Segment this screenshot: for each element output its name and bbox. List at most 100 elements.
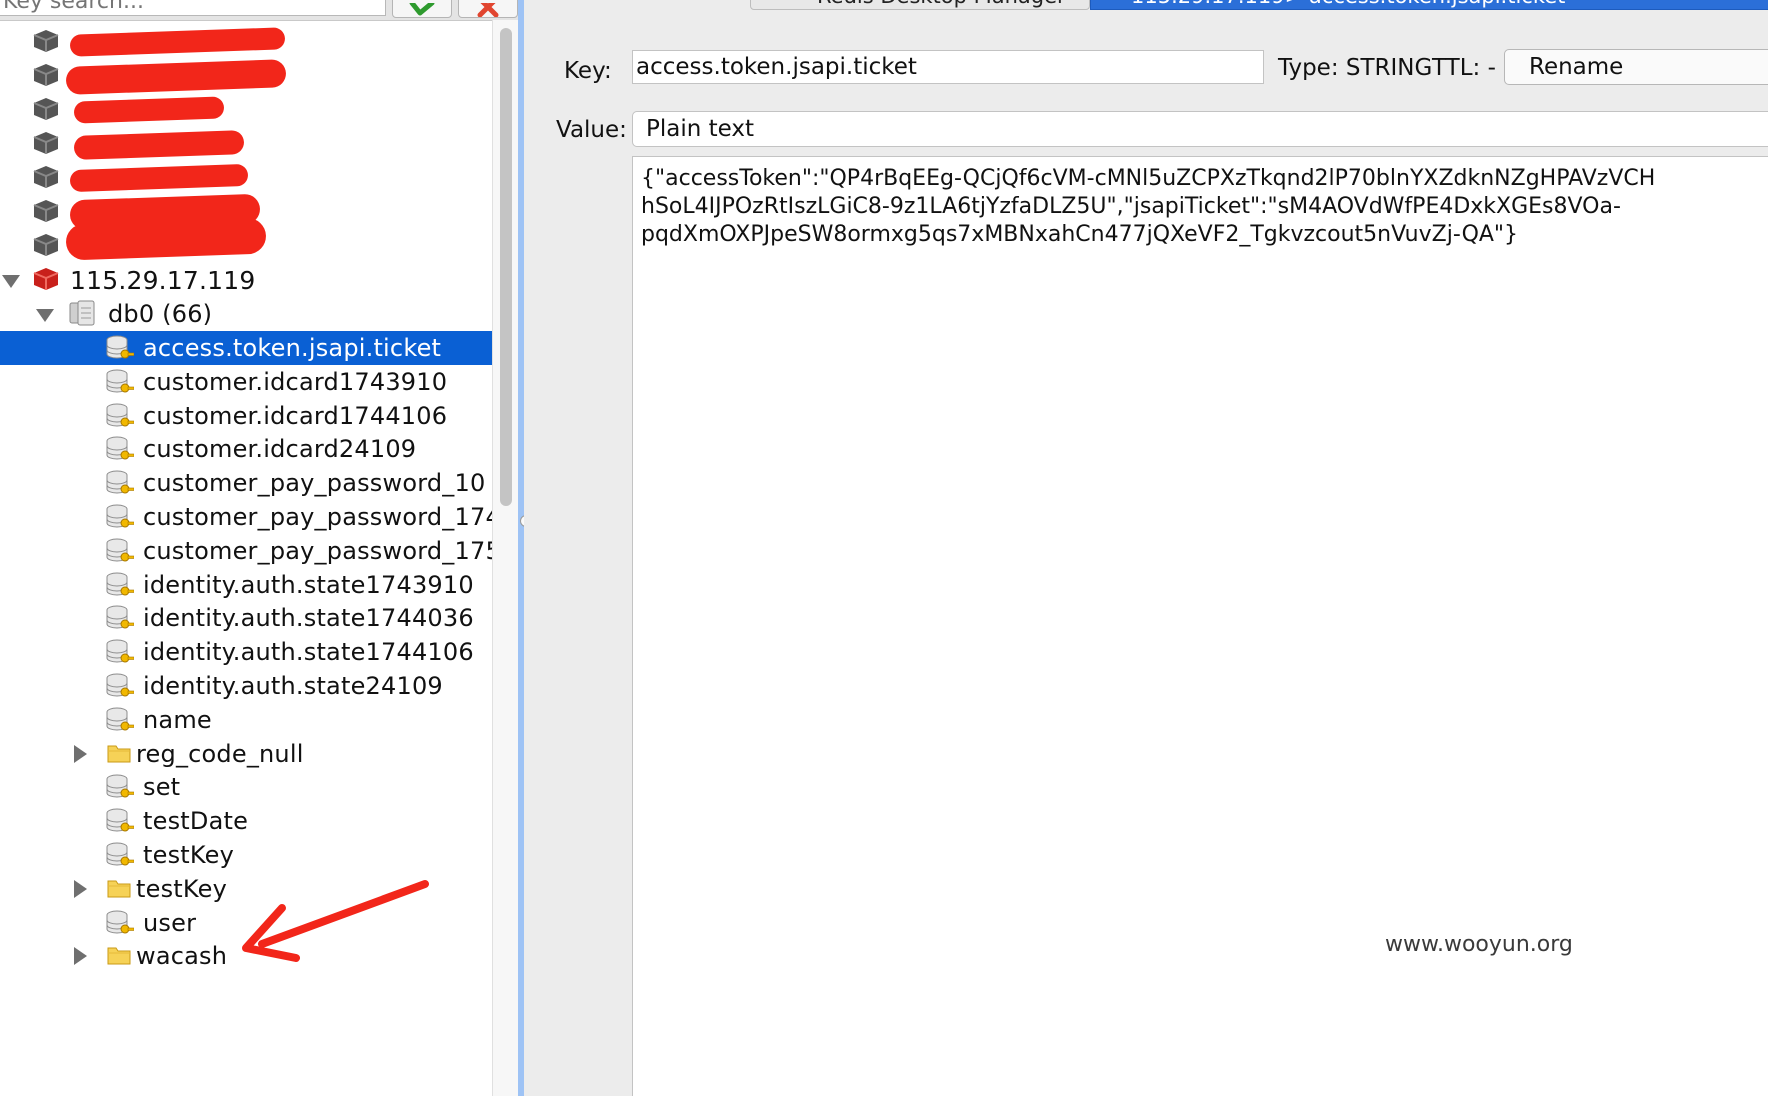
tree-key-item[interactable]: customer_pay_password_1752 — [0, 534, 492, 568]
tree-item-label: customer_pay_password_10 — [143, 469, 486, 498]
apply-filter-button[interactable] — [392, 0, 452, 18]
key-tree: 115.29.17.119 db0 (66) access.token.jsap… — [0, 25, 492, 1096]
key-icon — [104, 402, 135, 434]
tree-item-label: set — [143, 773, 181, 802]
tree-item-label: customer_pay_password_1743 — [143, 503, 492, 531]
server-icon — [33, 64, 59, 86]
key-icon — [104, 503, 135, 535]
redaction-mark — [69, 163, 249, 193]
tree-item-label: identity.auth.state1743910 — [143, 570, 474, 599]
tree-key-item[interactable]: identity.auth.state1744106 — [0, 635, 492, 669]
expand-arrow-icon[interactable] — [74, 947, 87, 966]
tree-item-label: reg_code_null — [136, 739, 304, 768]
redaction-mark — [69, 27, 286, 57]
tree-item-label: wacash — [136, 942, 228, 971]
tree-key-item[interactable]: testKey — [0, 838, 492, 872]
tree-namespace-folder[interactable]: wacash — [0, 939, 492, 973]
tab-label: 115.29.17.119> access.token.jsapi.ticket — [1131, 0, 1565, 8]
redaction-mark — [65, 59, 287, 95]
rename-button[interactable]: Rename — [1504, 49, 1768, 85]
folder-icon — [106, 741, 132, 769]
expand-arrow-icon[interactable] — [36, 309, 54, 322]
close-icon — [477, 3, 499, 17]
tree-namespace-folder[interactable]: testKey — [0, 872, 492, 906]
redaction-mark — [73, 96, 225, 124]
tree-connection-redacted[interactable] — [0, 217, 492, 263]
checkmark-icon — [409, 3, 435, 16]
value-field-label: Value: — [556, 117, 627, 143]
tree-key-item[interactable]: customer_pay_password_1743 — [0, 500, 492, 534]
key-icon — [104, 706, 135, 738]
key-field-label: Key: — [564, 58, 612, 84]
tree-item-label: testKey — [136, 874, 228, 903]
tree-connection-redacted[interactable] — [0, 161, 492, 195]
key-icon — [104, 571, 135, 603]
tab-active-key[interactable]: 115.29.17.119> access.token.jsapi.ticket — [1090, 0, 1768, 10]
value-editor[interactable]: {"accessToken":"QP4rBqEEg-QCjQf6cVM-cMNl… — [632, 156, 1768, 1096]
tree-key-item[interactable]: customer.idcard1743910 — [0, 365, 492, 399]
tree-item-label: customer_pay_password_1752 — [143, 536, 492, 565]
folder-icon — [106, 876, 132, 904]
value-line: {"accessToken":"QP4rBqEEg-QCjQf6cVM-cMNl… — [641, 166, 1656, 191]
tree-key-item[interactable]: customer.idcard24109 — [0, 432, 492, 466]
ttl-label: TTL: - — [1432, 55, 1496, 81]
key-icon — [104, 638, 135, 670]
database-icon — [69, 300, 95, 326]
scrollbar-thumb[interactable] — [500, 28, 512, 506]
tree-namespace-folder[interactable]: reg_code_null — [0, 737, 492, 771]
key-icon — [104, 672, 135, 704]
key-icon — [104, 773, 135, 805]
tree-key-item[interactable]: customer.idcard1744106 — [0, 399, 492, 433]
redaction-mark — [73, 130, 245, 160]
server-icon — [33, 30, 59, 52]
key-icon — [104, 469, 135, 501]
tree-key-item[interactable]: customer_pay_password_10 — [0, 466, 492, 500]
tree-connection[interactable]: 115.29.17.119 — [0, 263, 492, 297]
tree-key-item[interactable]: identity.auth.state24109 — [0, 669, 492, 703]
tab-welcome[interactable]: Redis Desktop Manager — [750, 0, 1090, 10]
key-tree-panel: 115.29.17.119 db0 (66) access.token.jsap… — [0, 0, 520, 1096]
tree-item-label: customer.idcard1743910 — [143, 367, 448, 396]
tree-key-item[interactable]: set — [0, 770, 492, 804]
tree-key-item[interactable]: testDate — [0, 804, 492, 838]
key-icon — [104, 368, 135, 400]
tree-item-label: testKey — [143, 841, 235, 869]
tree-key-item[interactable]: user — [0, 906, 492, 940]
clear-filter-button[interactable] — [458, 0, 518, 18]
tree-connection-redacted[interactable] — [0, 127, 492, 161]
key-icon — [104, 537, 135, 569]
key-icon — [104, 807, 135, 839]
tree-database[interactable]: db0 (66) — [0, 297, 492, 331]
tree-key-item[interactable]: name — [0, 703, 492, 737]
tree-item-label: testDate — [143, 807, 249, 836]
tree-item-label: name — [143, 705, 212, 734]
tree-scrollbar[interactable] — [492, 20, 520, 1096]
tree-item-label: identity.auth.state1744106 — [143, 638, 474, 667]
expand-arrow-icon[interactable] — [74, 744, 87, 763]
expand-arrow-icon[interactable] — [74, 879, 87, 898]
value-line: pqdXmOXPJpeSW8ormxg5qs7xMBNxahCn477jQXeV… — [641, 222, 1519, 247]
tree-key-item[interactable]: access.token.jsapi.ticket — [0, 331, 492, 365]
tree-key-item[interactable]: identity.auth.state1744036 — [0, 601, 492, 635]
redaction-mark — [65, 217, 267, 261]
format-selected-value: Plain text — [646, 116, 755, 142]
key-icon — [104, 909, 135, 941]
key-search-input[interactable] — [0, 0, 386, 16]
key-detail-panel: Redis Desktop Manager 115.29.17.119> acc… — [524, 0, 1768, 1096]
tree-key-item[interactable]: identity.auth.state1743910 — [0, 568, 492, 602]
tree-toolbar — [0, 0, 520, 21]
server-icon — [33, 98, 59, 120]
server-icon — [33, 234, 59, 256]
tree-connection-redacted[interactable] — [0, 25, 492, 59]
value-line: hSoL4IJPOzRtIszLGiC8-9z1LA6tjYzfaDLZ5U",… — [641, 194, 1621, 219]
tree-connection-redacted[interactable] — [0, 59, 492, 95]
tree-connection-redacted[interactable] — [0, 93, 492, 127]
tree-item-label: customer.idcard24109 — [143, 435, 417, 464]
key-name-input[interactable] — [632, 50, 1264, 84]
key-icon — [104, 841, 135, 873]
tab-label: Redis Desktop Manager — [817, 0, 1066, 8]
value-format-select[interactable]: Plain text — [632, 111, 1768, 147]
server-icon — [33, 200, 59, 222]
tree-item-label: identity.auth.state24109 — [143, 672, 443, 700]
expand-arrow-icon[interactable] — [2, 275, 20, 288]
